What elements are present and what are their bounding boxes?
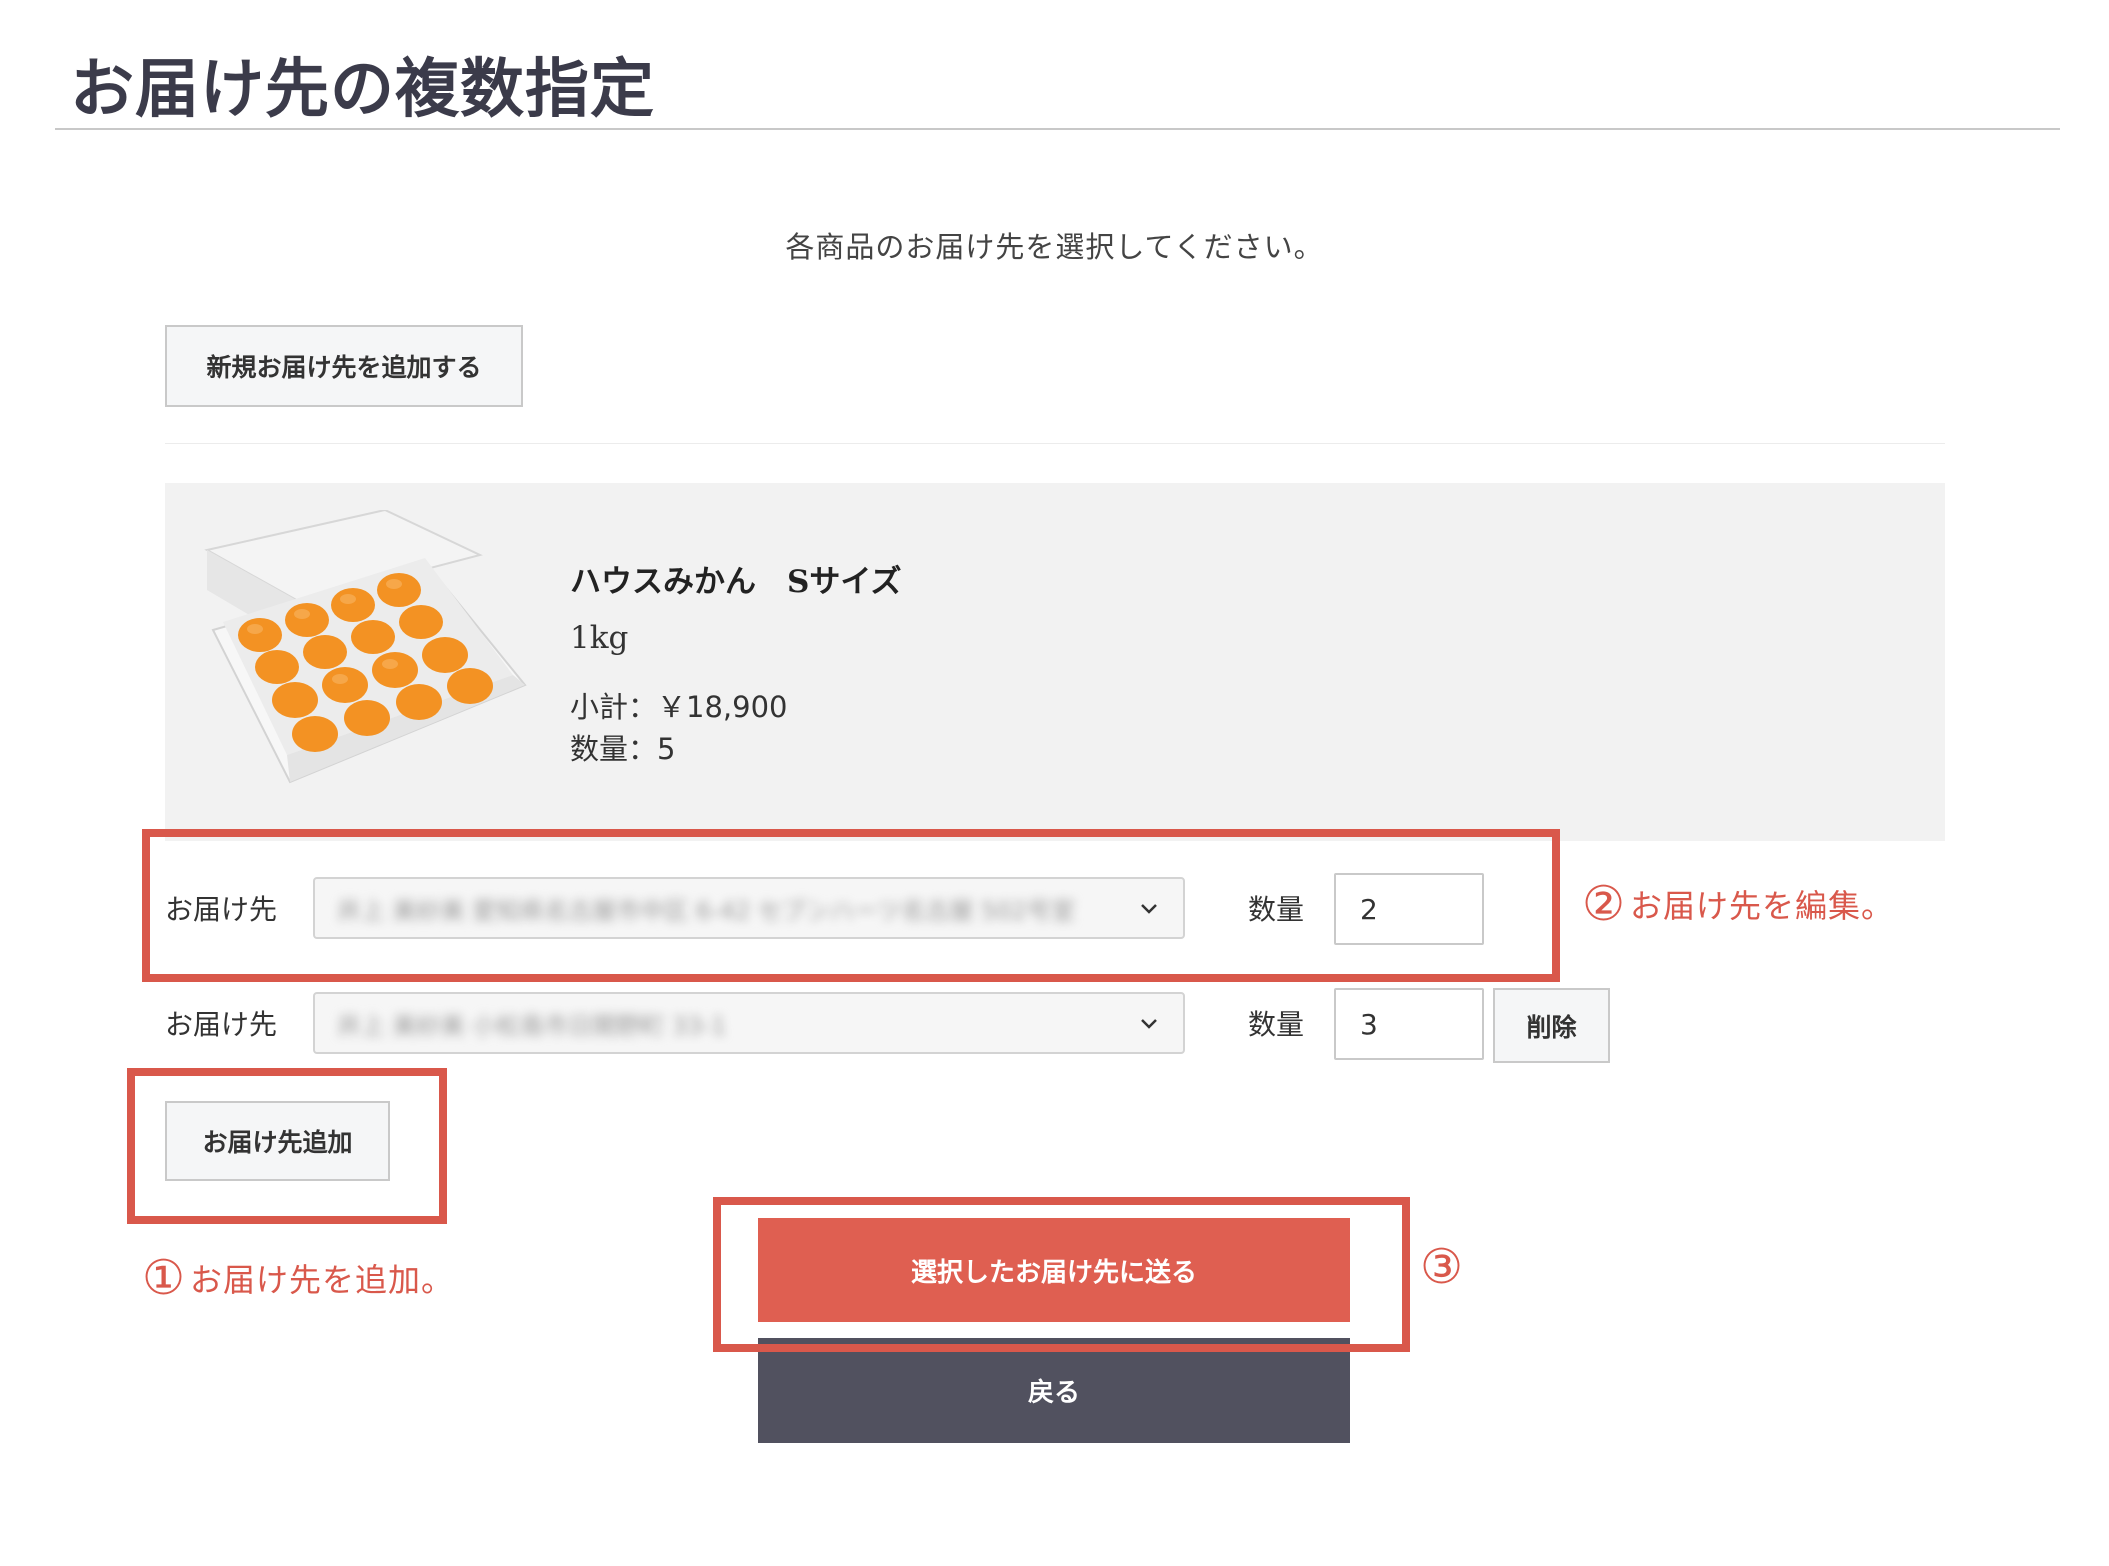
annotation-number-1: ① (142, 1250, 187, 1306)
chevron-down-icon (1141, 1019, 1157, 1029)
section-divider (165, 443, 1945, 444)
delete-destination-button[interactable]: 削除 (1493, 988, 1610, 1063)
quantity-label-2: 数量 (1248, 1008, 1305, 1041)
annotation-add: ① お届け先を追加。 (142, 1254, 454, 1302)
product-name: ハウスみかん Sサイズ (570, 564, 902, 600)
add-new-address-button[interactable]: 新規お届け先を追加する (165, 325, 523, 407)
annotation-edit: ② お届け先を編集。 (1582, 880, 1894, 928)
destination-label-2: お届け先 (165, 1008, 278, 1041)
highlight-box-submit (713, 1197, 1410, 1352)
title-divider (55, 128, 2060, 130)
annotation-number-3: ③ (1420, 1239, 1465, 1295)
back-button[interactable]: 戻る (758, 1338, 1350, 1443)
product-quantity: 数量：5 (570, 732, 676, 766)
annotation-number-2: ② (1582, 876, 1627, 932)
annotation-text-2: お届け先を編集。 (1630, 887, 1895, 925)
highlight-box-add (127, 1068, 447, 1224)
instructions-text: 各商品のお届け先を選択してください。 (785, 230, 1324, 264)
destination-address-2: 井上 美紗美 小松島市日開野町 33-1 (337, 1011, 727, 1040)
annotation-text-1: お届け先を追加。 (190, 1261, 455, 1299)
mandarin-box-image (204, 510, 527, 784)
highlight-box-edit (142, 829, 1560, 982)
annotation-submit: ③ (1420, 1243, 1468, 1291)
quantity-input-2[interactable]: 3 (1334, 988, 1484, 1060)
destination-select-2[interactable]: 井上 美紗美 小松島市日開野町 33-1 (313, 992, 1185, 1054)
product-subtotal: 小計：￥18,900 (570, 690, 788, 724)
product-variant: 1kg (570, 620, 629, 656)
page-title: お届け先の複数指定 (70, 52, 655, 127)
